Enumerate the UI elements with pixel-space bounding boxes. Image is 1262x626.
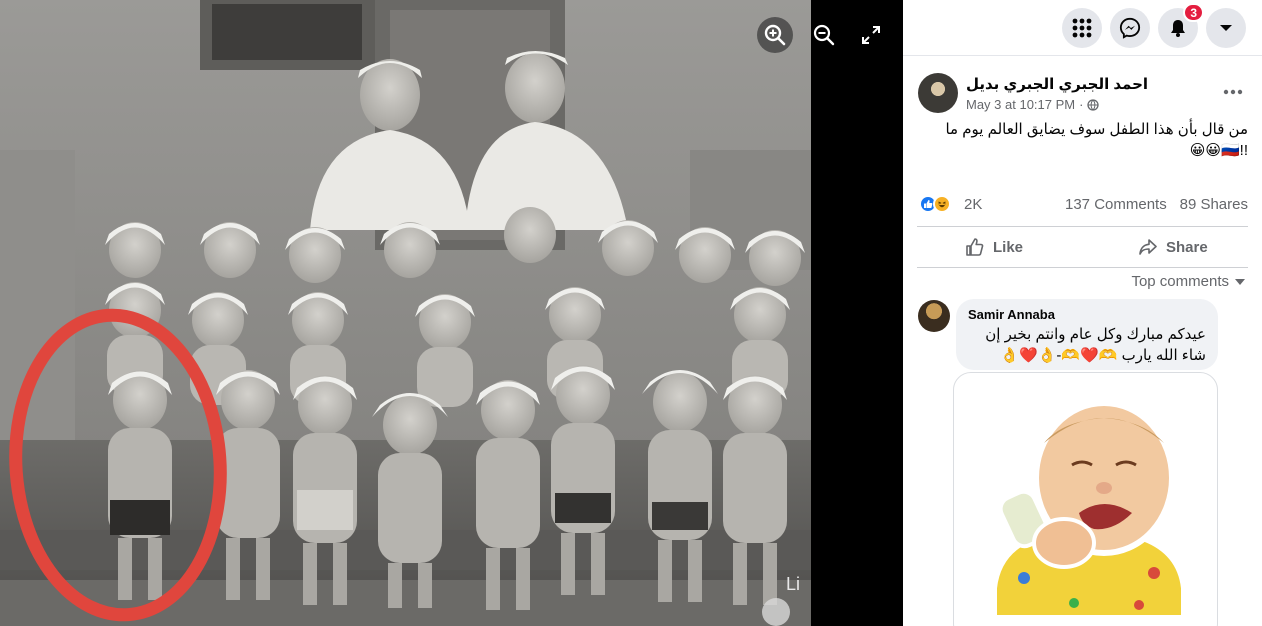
notifications-button[interactable]: 3 [1158,3,1204,48]
share-label: Share [1166,238,1208,256]
comments-count[interactable]: 137 Comments [1065,196,1167,213]
share-arrow-icon [1139,239,1157,255]
photo-viewer: Li [0,0,903,626]
fullscreen-icon [862,26,880,44]
reactions-summary: 2K 137 Comments 89 Shares [917,193,1248,217]
author-avatar[interactable] [918,73,958,113]
post-photo[interactable]: Li [0,0,811,626]
crying-baby-sticker-image [991,400,1187,621]
fullscreen-button[interactable] [853,17,889,53]
post-actions: Like Share [917,226,1248,268]
meta-separator: · [1079,97,1084,112]
photo-watermark: Li [786,574,800,594]
comment-bubble: Samir Annaba عيدكم مبارك وكل عام وانتم ب… [956,299,1218,370]
shares-count[interactable]: 89 Shares [1180,196,1248,213]
menu-button[interactable] [1062,8,1102,48]
zoom-out-icon [813,24,835,46]
grid-menu-icon [1072,18,1092,38]
post-options-button[interactable] [1219,78,1247,106]
post-text-line: من قال بأن هذا الطفل سوف يضايق العالم يو… [945,121,1248,138]
messenger-button[interactable] [1110,8,1150,48]
globe-icon [1087,98,1100,111]
post-text-line: !!🇷🇺😀😀 [1189,142,1248,159]
post-timestamp[interactable]: May 3 at 10:17 PM [966,97,1075,112]
photo-illustration: Li [0,0,811,626]
more-options-icon [1223,89,1243,95]
zoom-in-icon [764,24,786,46]
author-name[interactable]: احمد الجبري الجبري بديل [966,75,1249,93]
thumbs-up-icon [966,238,984,256]
post-body: من قال بأن هذا الطفل سوف يضايق العالم يو… [917,119,1248,161]
top-navigation: 3 [903,0,1262,56]
bell-icon [1171,20,1185,37]
caret-down-icon [1235,278,1245,285]
reactions-count[interactable]: 2K [964,196,982,213]
share-button[interactable]: Share [1138,233,1208,261]
account-menu-button[interactable] [1206,8,1246,48]
comment-text: عيدكم مبارك وكل عام وانتم بخير إن شاء ال… [985,326,1206,364]
haha-reaction-icon [933,195,951,213]
comment-sort-dropdown[interactable]: Top comments [1131,273,1245,290]
reaction-icons[interactable] [919,195,951,213]
notifications-badge: 3 [1183,3,1204,22]
zoom-in-button[interactable] [757,17,793,53]
like-label: Like [993,238,1024,256]
commenter-avatar[interactable] [918,300,950,332]
like-button[interactable]: Like [965,233,1023,261]
comment-sticker[interactable] [953,372,1218,626]
comment-sort-label: Top comments [1131,273,1229,290]
messenger-icon [1119,17,1141,39]
commenter-name[interactable]: Samir Annaba [968,307,1206,322]
zoom-out-button[interactable] [806,17,842,53]
post-header: احمد الجبري الجبري بديل May 3 at 10:17 P… [917,70,1249,118]
caret-down-icon [1220,25,1232,31]
post-meta: May 3 at 10:17 PM · [966,97,1100,112]
